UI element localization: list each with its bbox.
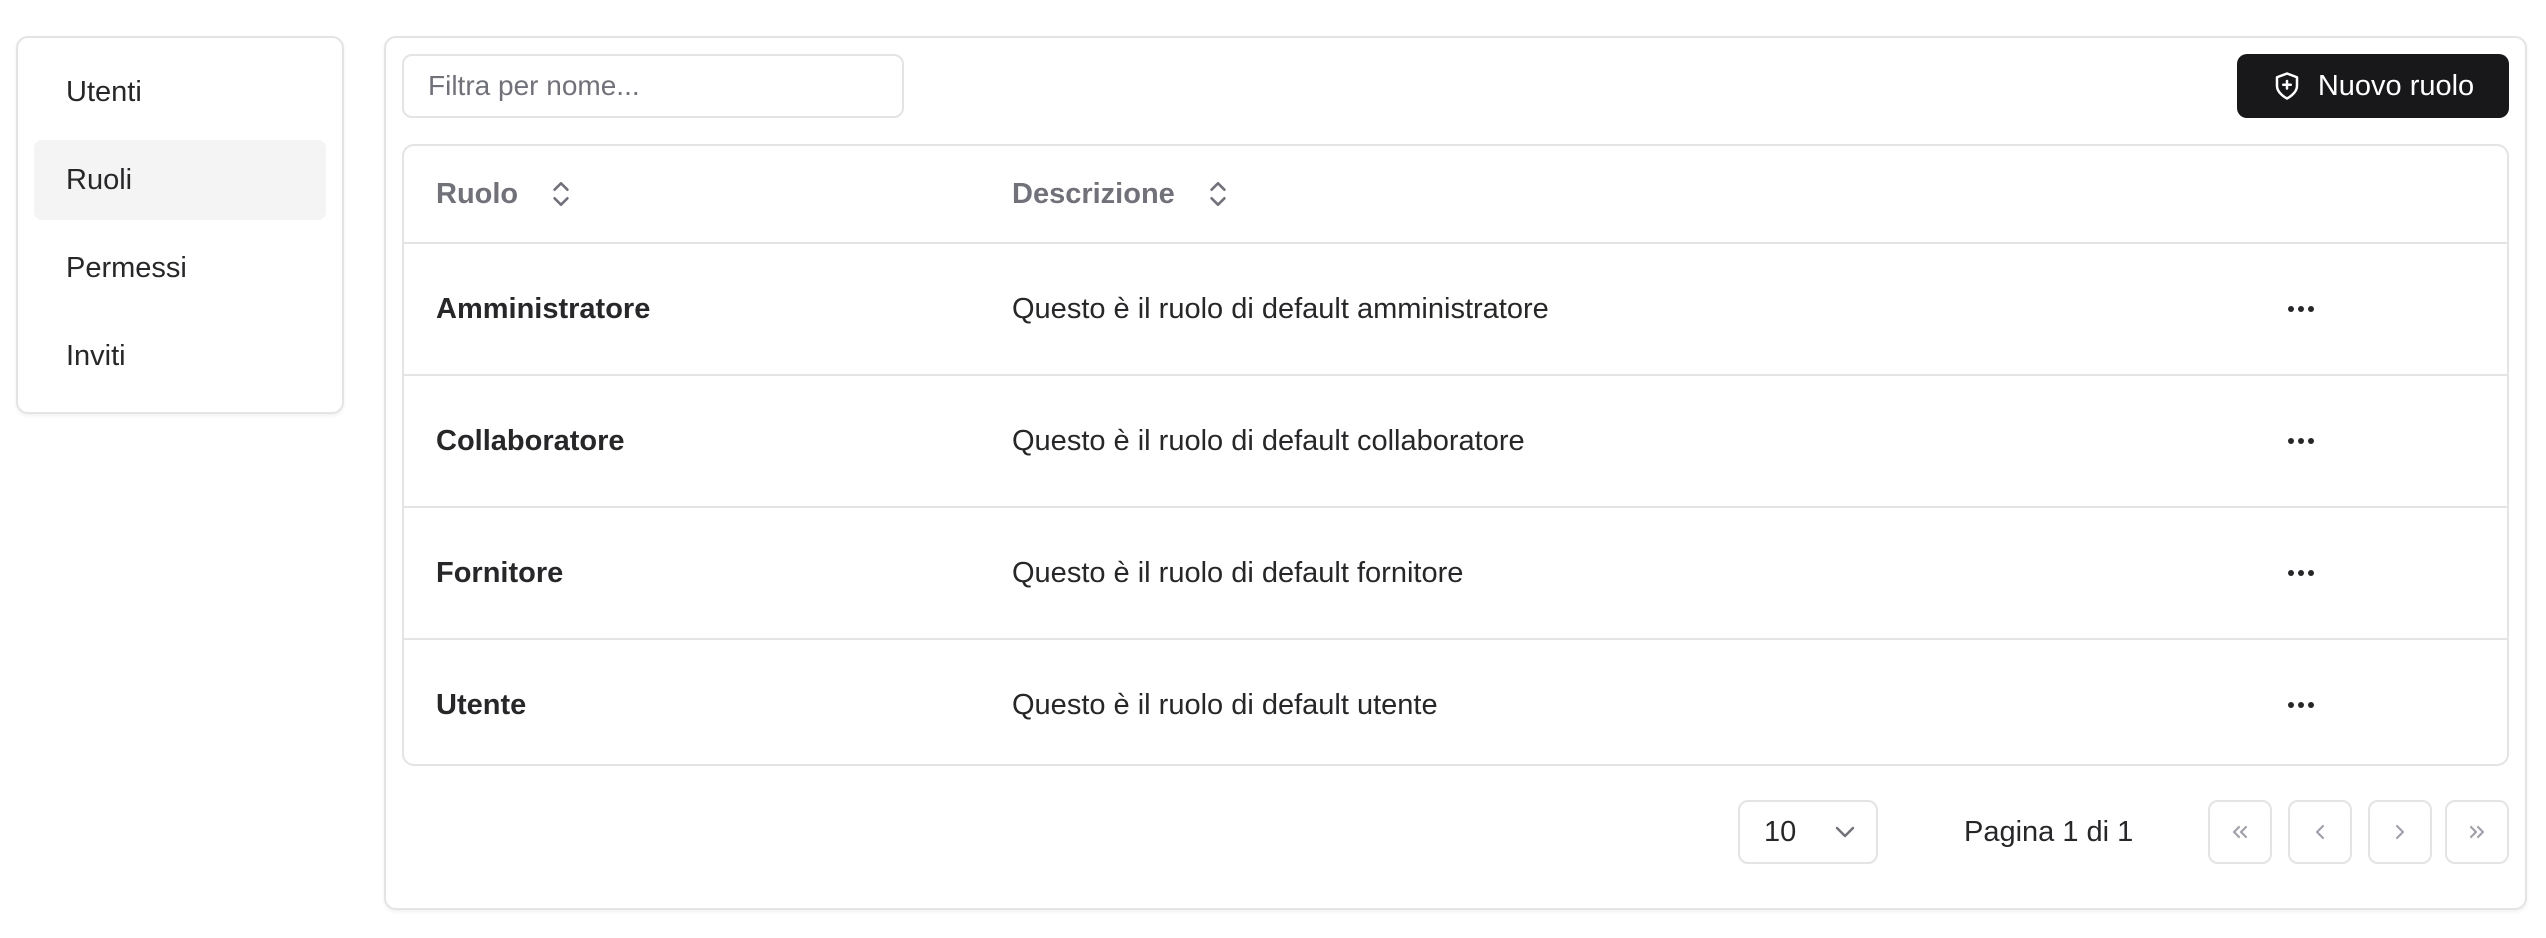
more-horizontal-icon [2288, 702, 2314, 708]
role-description: Questo è il ruolo di default amministrat… [1012, 292, 1549, 325]
sidebar-item-label: Utenti [66, 75, 142, 108]
chevron-left-icon [2315, 824, 2325, 840]
role-description: Questo è il ruolo di default utente [1012, 688, 1438, 721]
role-description: Questo è il ruolo di default fornitore [1012, 556, 1464, 589]
page-size-select[interactable]: 10 [1738, 800, 1878, 864]
filter-name-input[interactable] [402, 54, 904, 118]
column-header-label: Descrizione [1012, 177, 1175, 210]
column-header-ruolo[interactable]: Ruolo [436, 178, 574, 211]
sidebar-item-ruoli[interactable]: Ruoli [34, 140, 326, 220]
shield-plus-icon [2275, 72, 2299, 100]
more-horizontal-icon [2288, 438, 2314, 444]
table-header: Ruolo Descrizione [404, 146, 2507, 244]
role-name: Collaboratore [436, 424, 625, 457]
table-row: Collaboratore Questo è il ruolo di defau… [404, 376, 2507, 508]
role-name: Fornitore [436, 556, 564, 589]
sidebar-item-label: Inviti [66, 339, 126, 372]
sidebar-item-permessi[interactable]: Permessi [34, 228, 326, 308]
column-header-label: Ruolo [436, 177, 519, 210]
row-actions-button[interactable] [2274, 678, 2328, 732]
new-role-button-label: Nuovo ruolo [2317, 69, 2475, 102]
sidebar-item-label: Ruoli [66, 163, 133, 196]
previous-page-button[interactable] [2288, 800, 2352, 864]
column-header-descrizione[interactable]: Descrizione [1012, 178, 1231, 211]
page-indicator: Pagina 1 di 1 [1964, 815, 2134, 848]
role-description: Questo è il ruolo di default collaborato… [1012, 424, 1525, 457]
more-horizontal-icon [2288, 570, 2314, 576]
sort-icon [1210, 182, 1226, 206]
row-actions-button[interactable] [2274, 546, 2328, 600]
new-role-button[interactable]: Nuovo ruolo [2237, 54, 2509, 118]
settings-sidebar: Utenti Ruoli Permessi Inviti [16, 36, 344, 414]
roles-table: Ruolo Descrizione Amministratore Questo … [402, 144, 2509, 766]
sort-icon [553, 182, 569, 206]
role-name: Utente [436, 688, 527, 721]
role-name: Amministratore [436, 292, 651, 325]
roles-panel: Nuovo ruolo Ruolo Descrizione Amministra… [384, 36, 2527, 910]
table-row: Utente Questo è il ruolo di default uten… [404, 640, 2507, 764]
chevrons-left-icon [2232, 825, 2248, 839]
chevron-right-icon [2395, 824, 2405, 840]
chevron-down-icon [1836, 826, 1855, 838]
table-row: Amministratore Questo è il ruolo di defa… [404, 244, 2507, 376]
more-horizontal-icon [2288, 306, 2314, 312]
first-page-button[interactable] [2208, 800, 2272, 864]
sidebar-item-label: Permessi [66, 251, 187, 284]
sidebar-item-inviti[interactable]: Inviti [34, 316, 326, 396]
chevrons-right-icon [2469, 825, 2485, 839]
page-size-value: 10 [1764, 815, 1797, 848]
row-actions-button[interactable] [2274, 282, 2328, 336]
table-row: Fornitore Questo è il ruolo di default f… [404, 508, 2507, 640]
sidebar-item-utenti[interactable]: Utenti [34, 52, 326, 132]
row-actions-button[interactable] [2274, 414, 2328, 468]
last-page-button[interactable] [2445, 800, 2509, 864]
next-page-button[interactable] [2368, 800, 2432, 864]
